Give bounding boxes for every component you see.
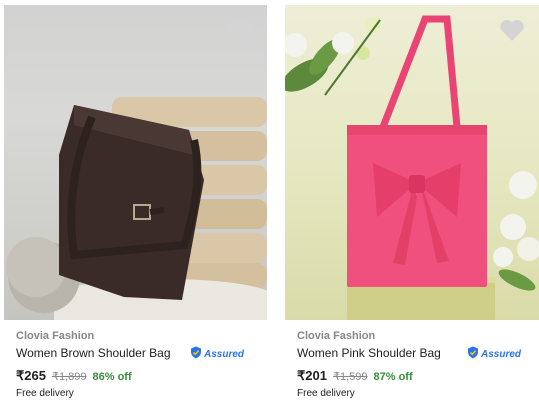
discount-percent: 86% off — [92, 371, 132, 383]
assured-badge: Assured — [467, 346, 521, 362]
delivery-info: Free delivery — [297, 388, 355, 399]
assured-label: Assured — [204, 348, 245, 360]
shield-check-icon — [190, 346, 202, 362]
price-row: ₹265 ₹1,899 86% off — [16, 368, 132, 384]
product-title[interactable]: Women Pink Shoulder Bag — [297, 346, 441, 360]
product-card-brown-bag[interactable]: Clovia Fashion Women Brown Shoulder Bag … — [4, 0, 267, 405]
product-grid: Clovia Fashion Women Brown Shoulder Bag … — [0, 0, 539, 405]
shield-check-icon — [467, 346, 479, 362]
wishlist-heart-icon[interactable] — [499, 17, 525, 43]
product-brand: Clovia Fashion — [297, 330, 376, 342]
original-price: ₹1,899 — [51, 371, 87, 383]
delivery-info: Free delivery — [16, 388, 74, 399]
product-image[interactable] — [285, 5, 539, 320]
assured-label: Assured — [481, 348, 522, 360]
selling-price: ₹201 — [297, 368, 327, 383]
discount-percent: 87% off — [373, 371, 413, 383]
selling-price: ₹265 — [16, 368, 46, 383]
assured-badge: Assured — [190, 346, 244, 362]
product-brand: Clovia Fashion — [16, 330, 95, 342]
brown-bag-photo — [6, 97, 267, 320]
price-row: ₹201 ₹1,599 87% off — [297, 368, 413, 384]
pink-bag-photo — [285, 15, 539, 320]
original-price: ₹1,599 — [332, 371, 368, 383]
product-image[interactable] — [4, 5, 267, 320]
product-card-pink-bag[interactable]: Clovia Fashion Women Pink Shoulder Bag A… — [285, 0, 539, 405]
product-title[interactable]: Women Brown Shoulder Bag — [16, 346, 171, 360]
wishlist-heart-icon[interactable] — [227, 17, 253, 43]
